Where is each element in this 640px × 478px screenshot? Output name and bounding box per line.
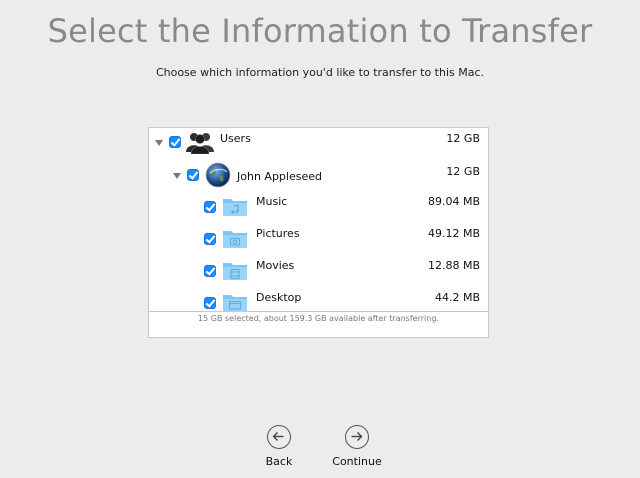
list-item-size: 12.88 MB	[427, 259, 480, 272]
list-item-pictures: Pictures 49.12 MB	[149, 224, 488, 254]
disclosure-triangle-icon[interactable]	[173, 173, 181, 179]
list-item-size: 89.04 MB	[427, 195, 480, 208]
list-item-users: Users 12 GB	[149, 128, 488, 158]
list-item-label: Pictures	[256, 227, 300, 240]
movies-folder-icon	[222, 259, 248, 286]
list-item-size: 44.2 MB	[434, 291, 480, 304]
users-icon	[185, 130, 215, 159]
page-subtitle: Choose which information you'd like to t…	[155, 66, 485, 79]
music-folder-icon	[222, 195, 248, 222]
list-item-size: 12 GB	[446, 165, 480, 178]
continue-label: Continue	[332, 455, 382, 468]
pictures-checkbox[interactable]	[204, 233, 216, 245]
continue-button[interactable]: Continue	[322, 425, 392, 475]
back-label: Back	[265, 455, 293, 468]
list-item-label: Users	[220, 132, 251, 145]
list-item-label: John Appleseed	[237, 170, 322, 183]
selection-summary: 15 GB selected, about 159.3 GB available…	[149, 311, 488, 339]
pictures-folder-icon	[222, 227, 248, 254]
earth-avatar-icon	[205, 162, 231, 193]
desktop-folder-icon	[222, 291, 248, 311]
disclosure-triangle-icon[interactable]	[155, 140, 163, 146]
list-item-label: Desktop	[256, 291, 302, 304]
list-item-music: Music 89.04 MB	[149, 192, 488, 222]
desktop-checkbox[interactable]	[204, 297, 216, 309]
list-item-label: Movies	[256, 259, 295, 272]
list-item-john-appleseed: John Appleseed 12 GB	[149, 161, 488, 191]
john-appleseed-checkbox[interactable]	[187, 169, 199, 181]
movies-checkbox[interactable]	[204, 265, 216, 277]
back-button[interactable]: Back	[244, 425, 314, 475]
page-title: Select the Information to Transfer	[47, 12, 593, 50]
list-item-size: 12 GB	[446, 132, 480, 145]
list-item-movies: Movies 12.88 MB	[149, 256, 488, 286]
users-checkbox[interactable]	[169, 136, 181, 148]
list-item-label: Music	[256, 195, 288, 208]
back-arrow-icon[interactable]	[267, 425, 291, 449]
list-item-size: 49.12 MB	[427, 227, 480, 240]
transfer-panel: Users 12 GB John Appleseed 12 GB Music 8…	[148, 127, 489, 338]
list-item-desktop: Desktop 44.2 MB	[149, 288, 488, 311]
transfer-list[interactable]: Users 12 GB John Appleseed 12 GB Music 8…	[149, 128, 488, 311]
selection-summary-text: 15 GB selected, about 159.3 GB available…	[198, 314, 439, 323]
music-checkbox[interactable]	[204, 201, 216, 213]
forward-arrow-icon[interactable]	[345, 425, 369, 449]
